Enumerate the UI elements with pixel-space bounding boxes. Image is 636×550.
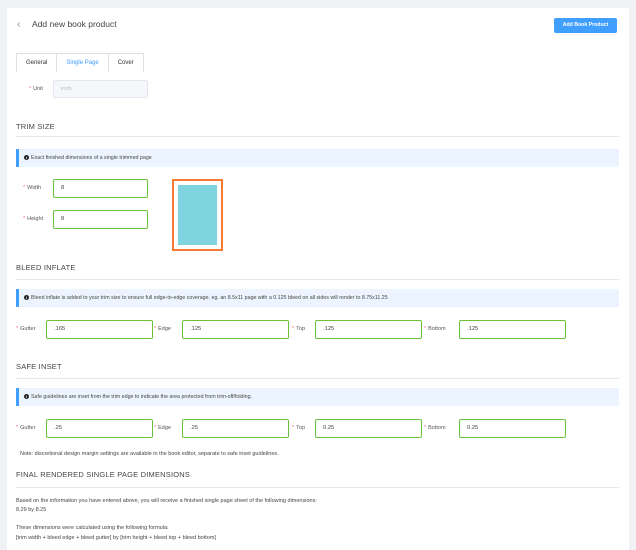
divider: [16, 487, 619, 488]
final-description: Based on the information you have entere…: [16, 498, 317, 504]
info-icon: i: [24, 394, 29, 399]
final-dimensions-value: 8.29 by 8.25: [16, 507, 47, 513]
add-book-product-button[interactable]: Add Book Product: [554, 18, 617, 33]
tab-cover[interactable]: Cover: [107, 53, 144, 72]
page-preview: [172, 179, 223, 251]
bleed-gutter-label: * Gutter: [16, 326, 36, 332]
safe-top-input[interactable]: 0.25: [315, 419, 422, 438]
safe-edge-input[interactable]: .25: [182, 419, 289, 438]
trim-info-banner: i Exact finished dimensions of a single t…: [16, 149, 619, 167]
trim-size-heading: TRIM SIZE: [16, 122, 55, 131]
formula-text: [trim width + bleed edge + bleed gutter]…: [16, 535, 216, 541]
divider: [16, 378, 619, 379]
page-title: Add new book product: [32, 19, 117, 29]
safe-info-banner: i Safe guidelines are inset from the trim…: [16, 388, 619, 406]
height-input[interactable]: 8: [53, 210, 148, 229]
bleed-bottom-input[interactable]: .125: [459, 320, 566, 339]
bleed-top-label: * Top: [292, 326, 306, 332]
safe-gutter-input[interactable]: .25: [46, 419, 153, 438]
width-input[interactable]: 8: [53, 179, 148, 198]
divider: [16, 136, 619, 137]
tab-single-page[interactable]: Single Page: [56, 53, 109, 72]
page-preview-fill: [178, 185, 217, 245]
formula-intro: These dimensions were calculated using t…: [16, 525, 169, 531]
bleed-edge-input[interactable]: .125: [182, 320, 289, 339]
safe-edge-label: * Edge: [154, 425, 171, 431]
back-chevron-icon[interactable]: ‹: [17, 19, 20, 30]
unit-label: * Unit: [29, 86, 43, 92]
bleed-inflate-heading: BLEED INFLATE: [16, 263, 76, 272]
divider: [16, 279, 619, 280]
bleed-gutter-input[interactable]: .165: [46, 320, 153, 339]
safe-bottom-label: * Bottom: [424, 425, 446, 431]
bleed-bottom-label: * Bottom: [424, 326, 446, 332]
safe-bottom-input[interactable]: 0.25: [459, 419, 566, 438]
bleed-edge-label: * Edge: [154, 326, 171, 332]
safe-top-label: * Top: [292, 425, 306, 431]
width-label: * Width: [23, 185, 42, 191]
unit-field[interactable]: inch: [53, 80, 148, 98]
safe-inset-heading: SAFE INSET: [16, 362, 62, 371]
safe-inset-note: Note: discretional design margin setting…: [20, 451, 279, 457]
info-icon: i: [24, 155, 29, 160]
page-panel: ‹ Add new book product Add Book Product …: [7, 8, 629, 550]
info-icon: i: [24, 295, 29, 300]
tab-bar: General Single Page Cover: [16, 53, 144, 72]
bleed-info-banner: i Bleed inflate is added to your trim siz…: [16, 289, 619, 307]
safe-gutter-label: * Gutter: [16, 425, 36, 431]
bleed-top-input[interactable]: .125: [315, 320, 422, 339]
height-label: * Height: [23, 216, 44, 222]
final-dimensions-heading: FINAL RENDERED SINGLE PAGE DIMENSIONS: [16, 470, 191, 479]
tab-general[interactable]: General: [16, 53, 58, 72]
